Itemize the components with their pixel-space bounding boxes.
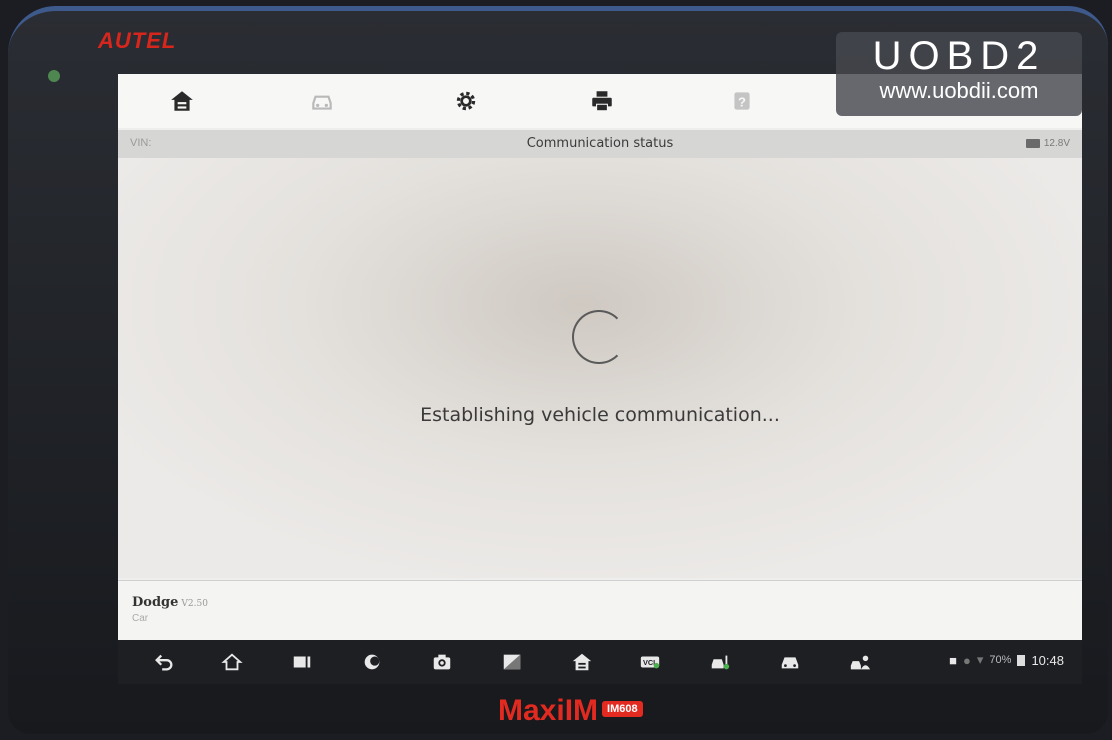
car-icon — [781, 657, 799, 669]
recent-apps-icon — [293, 656, 311, 668]
user-vehicle-button[interactable] — [848, 650, 872, 674]
page-title: Communication status — [526, 136, 674, 151]
help-button[interactable]: ? — [724, 84, 760, 118]
watermark: UOBD2 www.uobdii.com — [836, 32, 1082, 116]
vehicle-info-footer: Dodge V2.50 Car — [118, 580, 1082, 640]
maxiim-logo: MaxiIM IM608 — [498, 694, 643, 728]
clock-time: 10:48 — [1031, 652, 1064, 668]
car-button[interactable] — [778, 650, 802, 674]
brightness-icon — [503, 654, 521, 670]
model-name: MaxiIM — [498, 694, 599, 727]
house-icon — [572, 653, 592, 671]
recent-apps-button[interactable] — [290, 650, 314, 674]
home-icon — [171, 91, 193, 111]
settings-gear-icon — [456, 91, 476, 111]
voltage-value: 12.8V — [1043, 138, 1070, 149]
alarm-icon: ● — [963, 652, 971, 668]
battery-icon — [1025, 139, 1040, 148]
camera-button[interactable] — [430, 650, 454, 674]
wifi-icon: ▾ — [976, 652, 984, 667]
system-status-area: ■ ● ▾ 70% 10:48 — [949, 652, 1064, 668]
vehicle-icon — [312, 95, 332, 110]
vehicle-make-name: Dodge — [132, 595, 179, 610]
user-vehicle-icon — [850, 655, 871, 670]
vci-icon: VCI — [640, 656, 660, 669]
back-icon — [155, 654, 173, 671]
loading-spinner — [572, 310, 626, 364]
help-icon: ? — [734, 92, 750, 110]
battery-percentage: 70% — [989, 654, 1012, 666]
browser-button[interactable] — [360, 650, 384, 674]
android-home-button[interactable] — [220, 650, 244, 674]
watermark-title: UOBD2 — [872, 34, 1046, 78]
system-battery-icon — [1017, 654, 1026, 666]
vehicle-button[interactable] — [304, 84, 340, 118]
settings-button[interactable] — [448, 84, 484, 118]
voltage-indicator: 12.8V — [1025, 138, 1070, 149]
home-button[interactable] — [164, 84, 200, 118]
print-button[interactable] — [584, 84, 620, 118]
model-badge: IM608 — [602, 701, 643, 718]
svg-text:VCI: VCI — [643, 658, 655, 667]
brightness-button[interactable] — [500, 650, 524, 674]
android-home-icon — [221, 653, 243, 671]
software-version: V2.50 — [181, 599, 208, 609]
vci-button[interactable]: VCI — [638, 650, 662, 674]
device-screen: ? VIN: Communication status 12.8V Establ… — [118, 74, 1082, 640]
vehicle-make: Dodge V2.50 — [132, 595, 208, 610]
vehicle-connect-button[interactable] — [708, 650, 732, 674]
browser-icon — [364, 654, 380, 670]
back-button[interactable] — [152, 650, 176, 674]
print-icon — [592, 91, 612, 112]
vehicle-connect-icon — [711, 655, 730, 670]
camera-icon — [433, 654, 451, 670]
message-icon: ■ — [949, 652, 958, 668]
vehicle-type: Car — [132, 613, 149, 624]
main-content: Establishing vehicle communication... — [118, 158, 1082, 578]
loading-message: Establishing vehicle communication... — [420, 404, 780, 426]
android-navigation-bar: VCI ■ ● ▾ 70% 10:48 — [118, 640, 1082, 684]
maxi-home-button[interactable] — [570, 650, 594, 674]
watermark-url: www.uobdii.com — [879, 78, 1039, 103]
autel-logo: AUTEL — [98, 28, 177, 53]
power-indicator-light — [48, 70, 60, 82]
svg-text:?: ? — [738, 94, 746, 109]
status-bar: VIN: Communication status 12.8V — [118, 130, 1082, 158]
